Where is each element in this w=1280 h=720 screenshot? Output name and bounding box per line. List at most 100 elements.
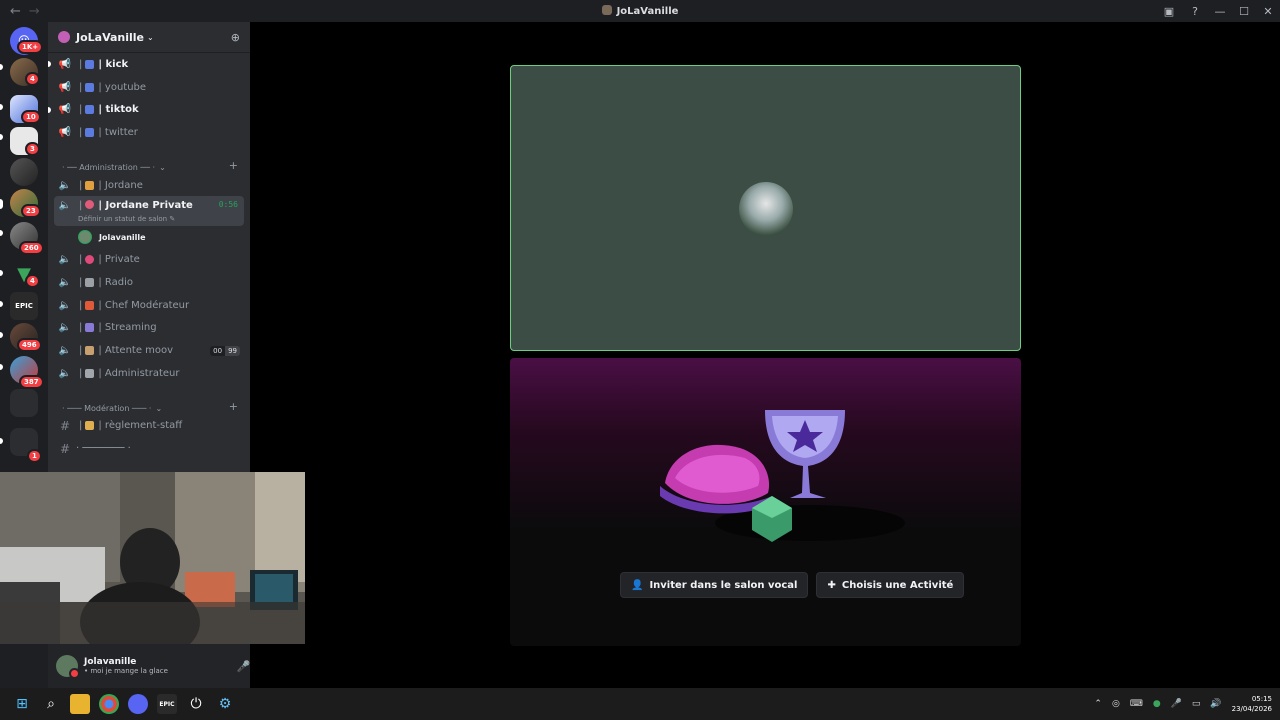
voice-connected-icon: 🔈 bbox=[58, 200, 72, 212]
channel-jordane[interactable]: 🔈 | | Jordane bbox=[48, 174, 250, 197]
file-explorer-icon[interactable] bbox=[70, 694, 90, 714]
add-member-icon[interactable]: ⊕ bbox=[231, 31, 240, 44]
window-title: JoLaVanille bbox=[0, 5, 1280, 17]
server-folder-icon[interactable] bbox=[10, 389, 38, 417]
announcement-icon: 📢 bbox=[58, 104, 72, 116]
channel-kick[interactable]: 📢 | | kick bbox=[48, 53, 250, 76]
channel-chef-moderateur[interactable]: 🔈 | | Chef Modérateur bbox=[48, 294, 250, 317]
steam-icon[interactable]: ⚙ bbox=[215, 694, 235, 714]
channel-administrateur[interactable]: 🔈 | | Administrateur bbox=[48, 362, 250, 385]
back-arrow-icon[interactable]: ← bbox=[10, 4, 21, 19]
taskbar: ⊞ ⌕ EPIC ⏻ ⚙ ⌃ ◎ ⌨ ● 🎤 ▭ 🔊 05:15 23/04/2… bbox=[0, 688, 1280, 720]
crown-icon bbox=[85, 180, 95, 190]
chrome-icon[interactable] bbox=[99, 694, 119, 714]
no-entry-icon bbox=[85, 200, 95, 210]
chevron-down-icon: ⌄ bbox=[147, 32, 154, 42]
unread-badge: 10 bbox=[21, 110, 41, 124]
status-dot-icon[interactable]: ● bbox=[1153, 699, 1161, 709]
invite-to-voice-button[interactable]: 👤 Inviter dans le salon vocal bbox=[620, 572, 809, 598]
set-channel-status[interactable]: Définir un statut de salon ✎ bbox=[78, 215, 175, 223]
volume-icon[interactable]: 🔊 bbox=[1210, 699, 1221, 709]
channel-youtube[interactable]: 📢 | | youtube bbox=[48, 76, 250, 99]
user-panel: Jolavanille • moi je mange la glace 🎤 🎧 … bbox=[48, 644, 250, 688]
voice-lock-icon: 🔈 bbox=[58, 322, 72, 334]
thumbs-up-icon bbox=[85, 82, 95, 92]
voice-icon: 🔈 bbox=[58, 345, 72, 357]
avatar bbox=[78, 230, 92, 245]
help-icon[interactable]: ? bbox=[1182, 5, 1208, 18]
user-info[interactable]: Jolavanille • moi je mange la glace bbox=[84, 657, 168, 675]
title-bar: ← → JoLaVanille ▣ ? — ☐ ✕ bbox=[0, 0, 1280, 22]
user-limit-badge: 00 99 bbox=[210, 345, 240, 356]
hourglass-icon bbox=[85, 346, 95, 356]
scroll-icon bbox=[85, 421, 95, 431]
chevron-up-icon[interactable]: ⌃ bbox=[1094, 699, 1102, 709]
webcam-overlay bbox=[0, 472, 305, 644]
webcam-feed bbox=[0, 472, 305, 644]
server-header[interactable]: JoLaVanille ⌄ ⊕ bbox=[48, 22, 250, 53]
channel-twitter[interactable]: 📢 | | twitter bbox=[48, 121, 250, 144]
channel-radio[interactable]: 🔈 | | Radio bbox=[48, 271, 250, 294]
channel-separator[interactable]: # · ─────── · bbox=[48, 437, 250, 460]
inbox-icon[interactable]: ▣ bbox=[1156, 5, 1182, 18]
channel-tiktok[interactable]: 📢 | | tiktok bbox=[48, 98, 250, 121]
participant-avatar bbox=[739, 182, 793, 236]
channel-attente-moov[interactable]: 🔈 | | Attente moov 00 99 bbox=[48, 339, 250, 362]
windows-start-icon[interactable]: ⊞ bbox=[12, 694, 32, 714]
epic-games-icon[interactable]: EPIC bbox=[157, 694, 177, 714]
maximize-icon[interactable]: ☐ bbox=[1232, 5, 1256, 18]
voice-lock-icon: 🔈 bbox=[58, 367, 72, 379]
nav-buttons: ← → bbox=[10, 4, 40, 19]
add-channel-icon[interactable]: + bbox=[229, 400, 238, 413]
app-tray-icon[interactable]: ◎ bbox=[1112, 699, 1120, 709]
choose-activity-button[interactable]: ✚ Choisis une Activité bbox=[816, 572, 965, 598]
power-icon[interactable]: ⏻ bbox=[186, 694, 206, 714]
unread-badge: 496 bbox=[17, 338, 42, 352]
voice-lock-icon: 🔈 bbox=[58, 254, 72, 266]
channel-private[interactable]: 🔈 | | Private bbox=[48, 248, 250, 271]
activity-panel: 👤 Inviter dans le salon vocal ✚ Choisis … bbox=[510, 358, 1021, 646]
activity-icon: ✚ bbox=[827, 579, 836, 591]
add-channel-icon[interactable]: + bbox=[229, 159, 238, 172]
text-channel-icon: # bbox=[59, 441, 71, 456]
pencil-icon: ✎ bbox=[169, 215, 176, 224]
unread-badge: 1K+ bbox=[17, 40, 44, 54]
unread-badge: 4 bbox=[25, 72, 40, 86]
participant-tile[interactable] bbox=[510, 65, 1021, 351]
activity-illustration-icon bbox=[660, 410, 905, 542]
microphone-icon[interactable]: 🎤 bbox=[237, 660, 250, 673]
minimize-icon[interactable]: — bbox=[1208, 5, 1232, 18]
chevron-down-icon: ⌄ bbox=[159, 162, 166, 172]
microphone-icon[interactable]: 🎤 bbox=[1171, 699, 1182, 709]
channel-streaming[interactable]: 🔈 | | Streaming bbox=[48, 317, 250, 340]
lips-icon bbox=[85, 255, 95, 265]
window-controls: ▣ ? — ☐ ✕ bbox=[1156, 0, 1280, 22]
epic-games-server-icon[interactable]: EPIC bbox=[10, 292, 38, 320]
system-tray: ⌃ ◎ ⌨ ● 🎤 ▭ 🔊 05:15 23/04/2026 bbox=[1094, 688, 1272, 720]
category-administration[interactable]: · ── Administration ── · ⌄ + bbox=[48, 152, 250, 174]
close-icon[interactable]: ✕ bbox=[1256, 5, 1280, 18]
text-channel-icon: # bbox=[59, 418, 71, 433]
channel-jordane-private[interactable]: 🔈 | | Jordane Private 0:56 Définir un st… bbox=[54, 196, 244, 227]
unread-badge: 1 bbox=[27, 449, 42, 463]
keyboard-layout-icon[interactable]: ⌨ bbox=[1130, 699, 1143, 709]
server-avatar-icon bbox=[58, 31, 70, 43]
network-icon[interactable]: ▭ bbox=[1192, 699, 1201, 709]
add-user-icon: 👤 bbox=[631, 579, 644, 591]
server-avatar-icon bbox=[601, 5, 612, 15]
clock[interactable]: 05:15 23/04/2026 bbox=[1232, 694, 1272, 714]
announcement-icon: 📢 bbox=[58, 58, 72, 70]
voice-participant[interactable]: Jolavanille bbox=[48, 226, 250, 248]
discord-icon[interactable] bbox=[128, 694, 148, 714]
hammer-icon bbox=[85, 277, 95, 287]
unread-badge: 387 bbox=[19, 375, 44, 389]
forward-arrow-icon[interactable]: → bbox=[29, 4, 40, 19]
server-icon[interactable] bbox=[10, 158, 38, 186]
search-icon[interactable]: ⌕ bbox=[41, 694, 61, 714]
category-moderation[interactable]: · ─── Modération ─── · ⌄ + bbox=[48, 393, 250, 415]
avatar[interactable] bbox=[56, 655, 80, 679]
channel-reglement-staff[interactable]: # | | règlement-staff bbox=[48, 415, 250, 438]
unread-badge: 4 bbox=[25, 274, 40, 288]
unread-badge: 23 bbox=[21, 204, 41, 218]
voice-lock-icon: 🔈 bbox=[58, 276, 72, 288]
